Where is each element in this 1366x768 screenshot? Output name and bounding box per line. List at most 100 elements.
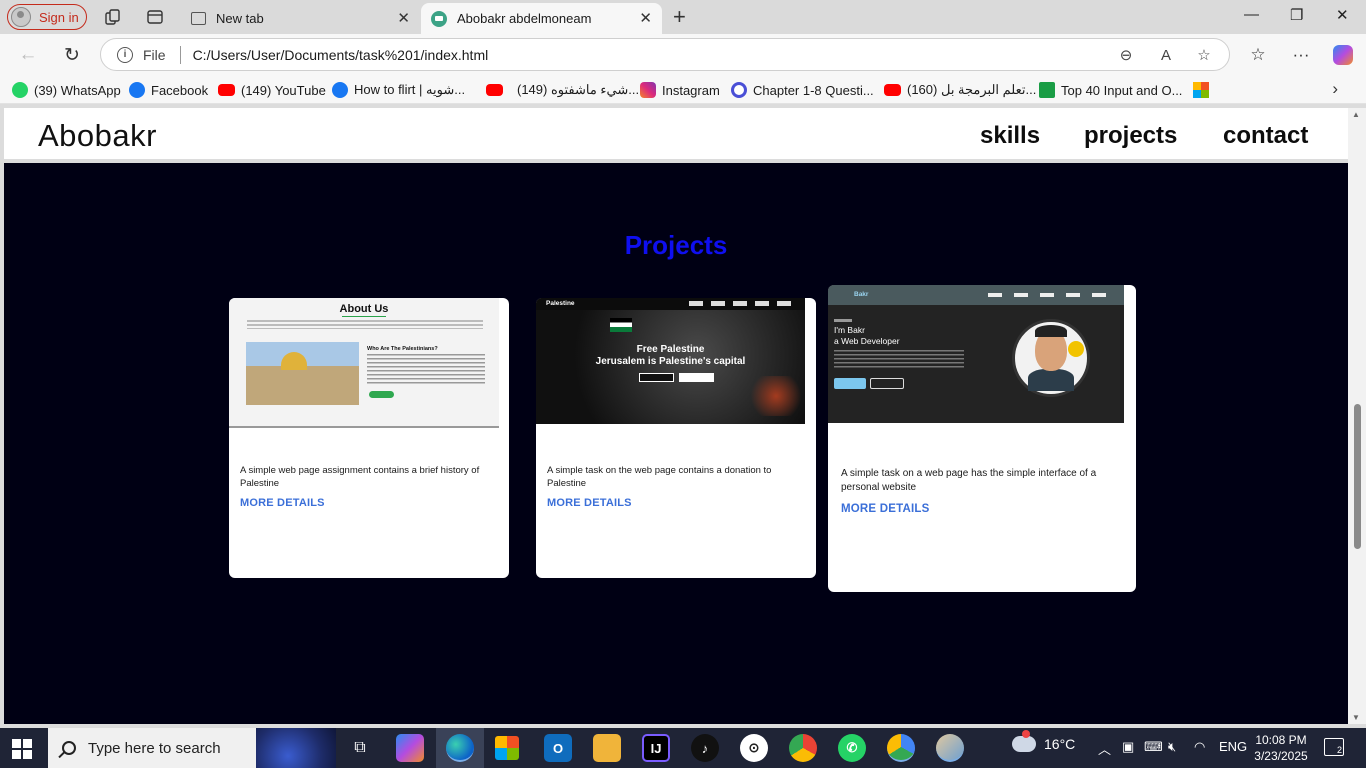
favorite-facebook[interactable]: Facebook (129, 80, 208, 100)
tab-abobakr[interactable]: Abobakr abdelmoneam ✕ (421, 3, 662, 34)
favorites-icon[interactable]: ☆ (1247, 44, 1269, 66)
favorite-instagram[interactable]: Instagram (640, 80, 720, 100)
whatsapp-icon (12, 82, 28, 98)
file-label: File (143, 46, 166, 63)
divider (179, 45, 181, 64)
favorite-label: Top 40 Input and O... (1061, 82, 1183, 98)
facebook-icon (332, 82, 348, 98)
more-menu-icon[interactable]: ··· (1290, 44, 1312, 66)
url-text[interactable]: C:/Users/User/Documents/task%201/index.h… (193, 47, 489, 63)
page-scrollbar[interactable]: ▲ ▼ (1348, 108, 1366, 724)
tab-new-tab[interactable]: New tab ✕ (183, 3, 420, 34)
weather-widget[interactable]: 16°C (1012, 730, 1075, 752)
taskbar-search[interactable]: Type here to search (48, 728, 336, 768)
meet-now-icon[interactable]: ▣ (1122, 739, 1134, 755)
favorite-how-to-flirt[interactable]: How to flirt | شويه... (332, 80, 465, 100)
back-arrow-icon[interactable]: ← (17, 44, 39, 66)
project-thumbnail[interactable]: Palestine Free Palestine Jerusalem is Pa… (536, 298, 805, 424)
sign-in-label: Sign in (39, 9, 79, 25)
close-tab-icon[interactable]: ✕ (639, 9, 652, 27)
chrome-icon[interactable] (789, 734, 817, 762)
favorite-label: Instagram (662, 82, 720, 98)
close-tab-icon[interactable]: ✕ (397, 9, 410, 27)
copilot-app-icon[interactable] (396, 734, 424, 762)
minimize-icon[interactable]: — (1244, 6, 1259, 23)
thumb-button (834, 378, 866, 389)
thumb-logo: Bakr (854, 291, 869, 298)
address-bar[interactable]: i File C:/Users/User/Documents/task%201/… (100, 38, 1230, 71)
jetbrains-icon[interactable]: IJ (642, 734, 670, 762)
outlook-icon[interactable]: O (544, 734, 572, 762)
wifi-icon[interactable]: ◠ (1194, 739, 1205, 755)
volume-muted-icon[interactable]: 🔇︎ (1168, 739, 1176, 755)
task-view-icon[interactable]: ⧉ (346, 734, 374, 762)
restore-icon[interactable]: ❐ (1290, 6, 1303, 24)
more-details-link[interactable]: MORE DETAILS (547, 497, 632, 509)
site-header: Abobakr skills projects contact (4, 108, 1348, 163)
thumb-title: I'm Bakr (834, 325, 865, 335)
page-icon (191, 12, 206, 25)
favorite-youtube-video[interactable]: (149) شيء ماشفتوه... (486, 80, 639, 100)
windows-taskbar: Type here to search ⧉ O IJ ♪ ⊙ ✆ 16°C ︿ … (0, 728, 1366, 768)
clock-date: 3/23/2025 (1254, 749, 1308, 763)
paint-splash (1068, 341, 1084, 357)
tab-actions-icon[interactable] (146, 8, 164, 26)
favorite-star-icon[interactable]: ☆ (1195, 46, 1213, 64)
favorite-microsoft[interactable] (1193, 80, 1209, 100)
favorite-label: (149) YouTube (241, 82, 326, 98)
project-thumbnail[interactable]: Bakr I'm Bakr a Web Developer (828, 285, 1124, 423)
workspaces-icon[interactable] (104, 8, 122, 26)
chevron-up-icon[interactable]: ︿ (1098, 739, 1111, 758)
instagram-icon (640, 82, 656, 98)
scroll-down-arrow-icon[interactable]: ▼ (1352, 713, 1360, 722)
weather-cloud-icon (1012, 730, 1036, 752)
chrome-profile-icon[interactable] (887, 734, 915, 762)
copilot-icon[interactable] (1332, 44, 1354, 66)
tiktok-icon[interactable]: ♪ (691, 734, 719, 762)
remote-desktop-icon[interactable]: ⊙ (740, 734, 768, 762)
scroll-thumb[interactable] (1354, 404, 1361, 549)
thumb-title: Free Palestine (636, 344, 705, 355)
thumb-image (246, 342, 359, 405)
thumb-subtitle: a Web Developer (834, 336, 900, 346)
site-brand[interactable]: Abobakr (38, 118, 157, 154)
new-tab-plus-icon[interactable]: + (673, 4, 686, 30)
thumb-button (639, 373, 674, 382)
thumb-logo: Palestine (546, 300, 575, 307)
whatsapp-app-icon[interactable]: ✆ (838, 734, 866, 762)
microsoft-store-icon[interactable] (495, 736, 519, 760)
favorite-whatsapp[interactable]: (39) WhatsApp (12, 80, 121, 100)
thumb-paragraph (247, 320, 483, 329)
favorite-chapter-questions[interactable]: Chapter 1-8 Questi... (731, 80, 874, 100)
thumb-subheading: Who Are The Palestinians? (367, 346, 438, 352)
project-thumbnail[interactable]: About Us Who Are The Palestinians? (229, 298, 499, 428)
search-placeholder: Type here to search (88, 739, 221, 757)
taskbar-clock[interactable]: 10:08 PM 3/23/2025 (1250, 732, 1312, 764)
refresh-icon[interactable]: ↻ (61, 44, 83, 66)
read-aloud-icon[interactable]: A (1157, 46, 1175, 64)
nav-projects[interactable]: projects (1084, 122, 1177, 150)
favorite-programming[interactable]: (160) تعلم البرمجة بل... (884, 80, 1036, 100)
favorite-label: (149) شيء ماشفتوه... (517, 82, 640, 97)
keyboard-icon[interactable]: ⌨ (1144, 739, 1163, 755)
notification-center-icon[interactable]: 2 (1324, 738, 1344, 756)
more-details-link[interactable]: MORE DETAILS (841, 503, 929, 515)
favorite-youtube[interactable]: (149) YouTube (218, 80, 326, 100)
edge-browser-icon[interactable] (446, 734, 474, 762)
paint-icon[interactable] (936, 734, 964, 762)
thumb-button (870, 378, 904, 389)
windows-start-icon[interactable] (12, 739, 32, 759)
more-details-link[interactable]: MORE DETAILS (240, 497, 325, 509)
file-explorer-icon[interactable] (593, 734, 621, 762)
close-window-icon[interactable]: ✕ (1336, 6, 1349, 24)
language-indicator[interactable]: ENG (1219, 739, 1247, 754)
zoom-out-icon[interactable]: ⊖ (1117, 46, 1135, 64)
favorite-label: (39) WhatsApp (34, 82, 121, 98)
chevron-right-icon[interactable]: › (1332, 79, 1338, 99)
info-icon[interactable]: i (117, 46, 133, 63)
favorite-top-40[interactable]: Top 40 Input and O... (1039, 80, 1182, 100)
scroll-up-arrow-icon[interactable]: ▲ (1352, 110, 1360, 119)
nav-skills[interactable]: skills (980, 122, 1040, 150)
nav-contact[interactable]: contact (1223, 122, 1308, 150)
sign-in-button[interactable]: Sign in (7, 4, 87, 30)
